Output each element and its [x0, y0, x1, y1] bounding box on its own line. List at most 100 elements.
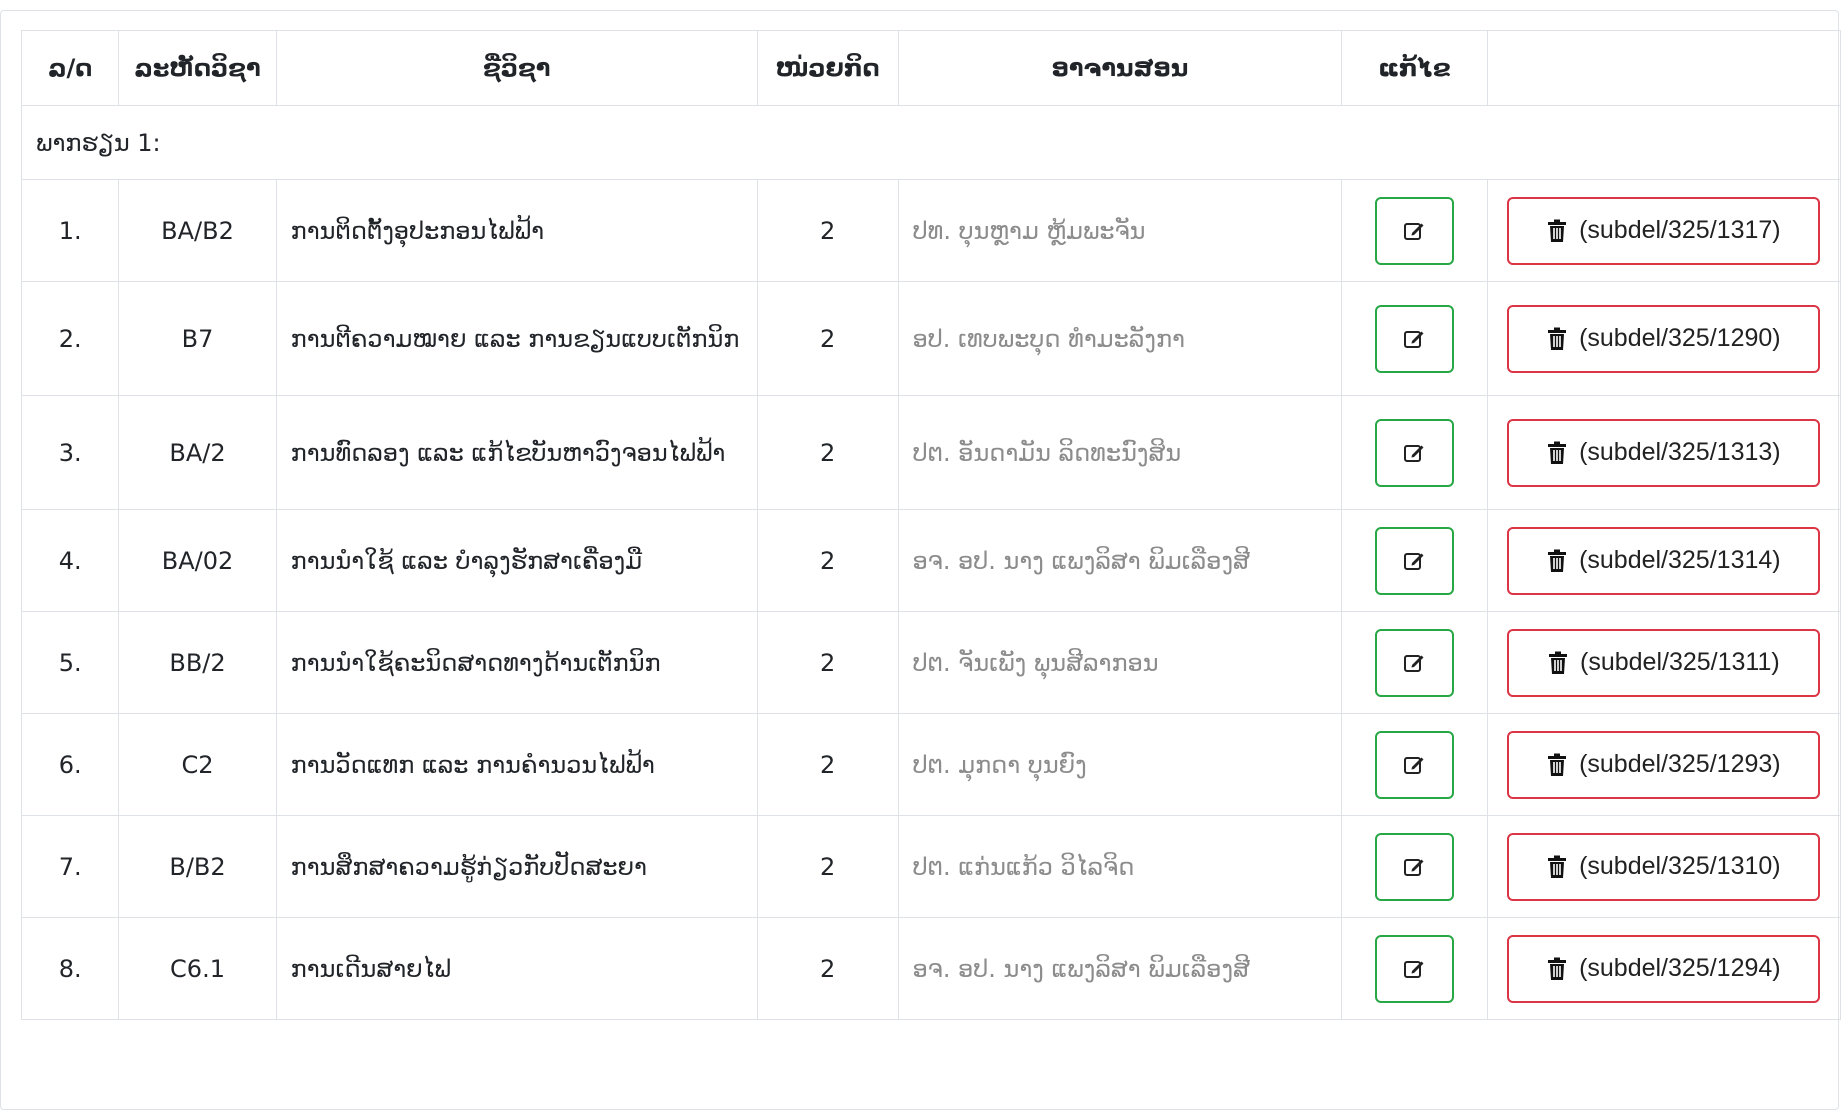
header-action — [1486, 30, 1841, 106]
trash-icon — [1548, 855, 1567, 878]
credit-count: 2 — [756, 917, 899, 1020]
row-number: 5. — [20, 611, 120, 714]
header-teacher: ອາຈານສອນ — [897, 30, 1343, 106]
delete-cell: (subdel/325/1290) — [1486, 281, 1841, 396]
table-row: 1. BA/B2 ການຕິດຕັ້ງອຸປະກອນໄຟຟ້າ 2 ປທ. ບຸ… — [20, 179, 1841, 282]
edit-cell — [1341, 179, 1488, 282]
edit-cell — [1341, 281, 1488, 396]
delete-button[interactable]: (subdel/325/1314) — [1507, 526, 1821, 595]
credit-count: 2 — [756, 179, 899, 282]
edit-button[interactable] — [1374, 934, 1454, 1003]
subject-code: C6.1 — [118, 917, 277, 1020]
header-no: ລ/ດ — [20, 30, 120, 106]
edit-cell — [1341, 713, 1488, 816]
delete-button-label: (subdel/325/1293) — [1579, 750, 1781, 778]
subjects-table: ລ/ດ ລະຫັດວິຊາ ຊື່ວິຊາ ໜ່ວຍກິດ ອາຈານສອນ ແ… — [20, 30, 1841, 1020]
delete-button-label: (subdel/325/1314) — [1579, 546, 1781, 574]
delete-button-label: (subdel/325/1313) — [1579, 438, 1781, 466]
credit-count: 2 — [756, 611, 899, 714]
row-number: 6. — [20, 713, 120, 816]
row-number: 7. — [20, 815, 120, 918]
edit-cell — [1341, 917, 1488, 1020]
delete-button[interactable]: (subdel/325/1310) — [1507, 832, 1821, 901]
subject-name: ການນຳໃຊ້ ແລະ ບຳລຸງຮັກສາເຄື່ອງມື — [275, 509, 758, 612]
delete-button[interactable]: (subdel/325/1317) — [1507, 196, 1821, 265]
edit-icon — [1404, 756, 1424, 774]
subject-code: BA/02 — [118, 509, 277, 612]
table-row: 7. B/B2 ການສຶກສາຄວາມຮູ້ກ່ຽວກັບປັດສະຍາ 2 … — [20, 815, 1841, 918]
teacher-name: ອຈ. ອປ. ນາງ ແພງລິສາ ພິມເລືອງສີ — [897, 509, 1343, 612]
header-code: ລະຫັດວິຊາ — [118, 30, 277, 106]
delete-cell: (subdel/325/1313) — [1486, 395, 1841, 510]
edit-cell — [1341, 815, 1488, 918]
delete-button-label: (subdel/325/1310) — [1579, 852, 1781, 880]
table-row: 3. BA/2 ການທົດລອງ ແລະ ແກ້ໄຂບັນຫາວົງຈອນໄຟ… — [20, 395, 1841, 510]
table-row: 6. C2 ການວັດແທກ ແລະ ການຄຳນວນໄຟຟ້າ 2 ປຕ. … — [20, 713, 1841, 816]
table-row: 5. BB/2 ການນຳໃຊ້ຄະນິດສາດທາງດ້ານເຕັກນິກ 2… — [20, 611, 1841, 714]
delete-button[interactable]: (subdel/325/1294) — [1507, 934, 1821, 1003]
delete-cell: (subdel/325/1317) — [1486, 179, 1841, 282]
edit-button[interactable] — [1374, 628, 1454, 697]
header-name: ຊື່ວິຊາ — [275, 30, 758, 106]
subject-code: BA/2 — [118, 395, 277, 510]
delete-button-label: (subdel/325/1290) — [1579, 324, 1781, 352]
trash-icon — [1548, 219, 1567, 242]
teacher-name: ປຕ. ອັນດາມັນ ລິດທະນົງສິນ — [897, 395, 1343, 510]
delete-cell: (subdel/325/1294) — [1486, 917, 1841, 1020]
subject-code: B/B2 — [118, 815, 277, 918]
trash-icon — [1548, 753, 1567, 776]
delete-button-label: (subdel/325/1294) — [1579, 954, 1781, 982]
trash-icon — [1548, 441, 1567, 464]
subject-name: ການທົດລອງ ແລະ ແກ້ໄຂບັນຫາວົງຈອນໄຟຟ້າ — [275, 395, 758, 510]
edit-icon — [1404, 330, 1424, 348]
edit-button[interactable] — [1374, 526, 1454, 595]
subject-code: BA/B2 — [118, 179, 277, 282]
edit-icon — [1404, 552, 1424, 570]
credit-count: 2 — [756, 281, 899, 396]
subject-code: C2 — [118, 713, 277, 816]
subject-name: ການວັດແທກ ແລະ ການຄຳນວນໄຟຟ້າ — [275, 713, 758, 816]
teacher-name: ປຕ. ຈັນເພັງ ພຸນສີລາກອນ — [897, 611, 1343, 714]
table-header-row: ລ/ດ ລະຫັດວິຊາ ຊື່ວິຊາ ໜ່ວຍກິດ ອາຈານສອນ ແ… — [20, 30, 1841, 106]
credit-count: 2 — [756, 815, 899, 918]
edit-button[interactable] — [1374, 418, 1454, 487]
delete-cell: (subdel/325/1293) — [1486, 713, 1841, 816]
delete-button-label: (subdel/325/1311) — [1580, 648, 1780, 676]
subject-name: ການຕິດຕັ້ງອຸປະກອນໄຟຟ້າ — [275, 179, 758, 282]
subject-name: ການເດີນສາຍໄຟ — [275, 917, 758, 1020]
subject-name: ການສຶກສາຄວາມຮູ້ກ່ຽວກັບປັດສະຍາ — [275, 815, 758, 918]
trash-icon — [1548, 549, 1567, 572]
trash-icon — [1548, 327, 1567, 350]
delete-button[interactable]: (subdel/325/1313) — [1507, 418, 1821, 487]
teacher-name: ປທ. ບຸນຫຼາມ ຫຼ້ມພະຈັນ — [897, 179, 1343, 282]
edit-cell — [1341, 611, 1488, 714]
edit-icon — [1404, 960, 1424, 978]
delete-cell: (subdel/325/1311) — [1486, 611, 1841, 714]
credit-count: 2 — [756, 509, 899, 612]
credit-count: 2 — [756, 713, 899, 816]
row-number: 2. — [20, 281, 120, 396]
semester-label: ພາກຮຽນ 1: — [21, 105, 1841, 180]
row-number: 1. — [20, 179, 120, 282]
edit-button[interactable] — [1374, 196, 1454, 265]
subject-name: ການນຳໃຊ້ຄະນິດສາດທາງດ້ານເຕັກນິກ — [275, 611, 758, 714]
table-row: 8. C6.1 ການເດີນສາຍໄຟ 2 ອຈ. ອປ. ນາງ ແພງລິ… — [20, 917, 1841, 1020]
header-edit: ແກ້ໄຂ — [1341, 30, 1488, 106]
delete-button[interactable]: (subdel/325/1293) — [1507, 730, 1821, 799]
delete-button[interactable]: (subdel/325/1311) — [1507, 628, 1821, 697]
row-number: 4. — [20, 509, 120, 612]
trash-icon — [1549, 651, 1567, 674]
trash-icon — [1548, 957, 1567, 980]
row-number: 3. — [20, 395, 120, 510]
edit-button[interactable] — [1374, 730, 1454, 799]
subject-code: B7 — [118, 281, 277, 396]
teacher-name: ອຈ. ອປ. ນາງ ແພງລິສາ ພິມເລືອງສີ — [897, 917, 1343, 1020]
edit-icon — [1404, 444, 1424, 462]
teacher-name: ອປ. ເທບພະບຸດ ທຳມະລັງກາ — [897, 281, 1343, 396]
edit-icon — [1404, 222, 1424, 240]
delete-button[interactable]: (subdel/325/1290) — [1507, 304, 1821, 373]
subject-name: ການຕີຄວາມໝາຍ ແລະ ການຂຽນແບບເຕັກນິກ — [275, 281, 758, 396]
header-credit: ໜ່ວຍກິດ — [756, 30, 899, 106]
edit-button[interactable] — [1374, 832, 1454, 901]
edit-button[interactable] — [1374, 304, 1454, 373]
